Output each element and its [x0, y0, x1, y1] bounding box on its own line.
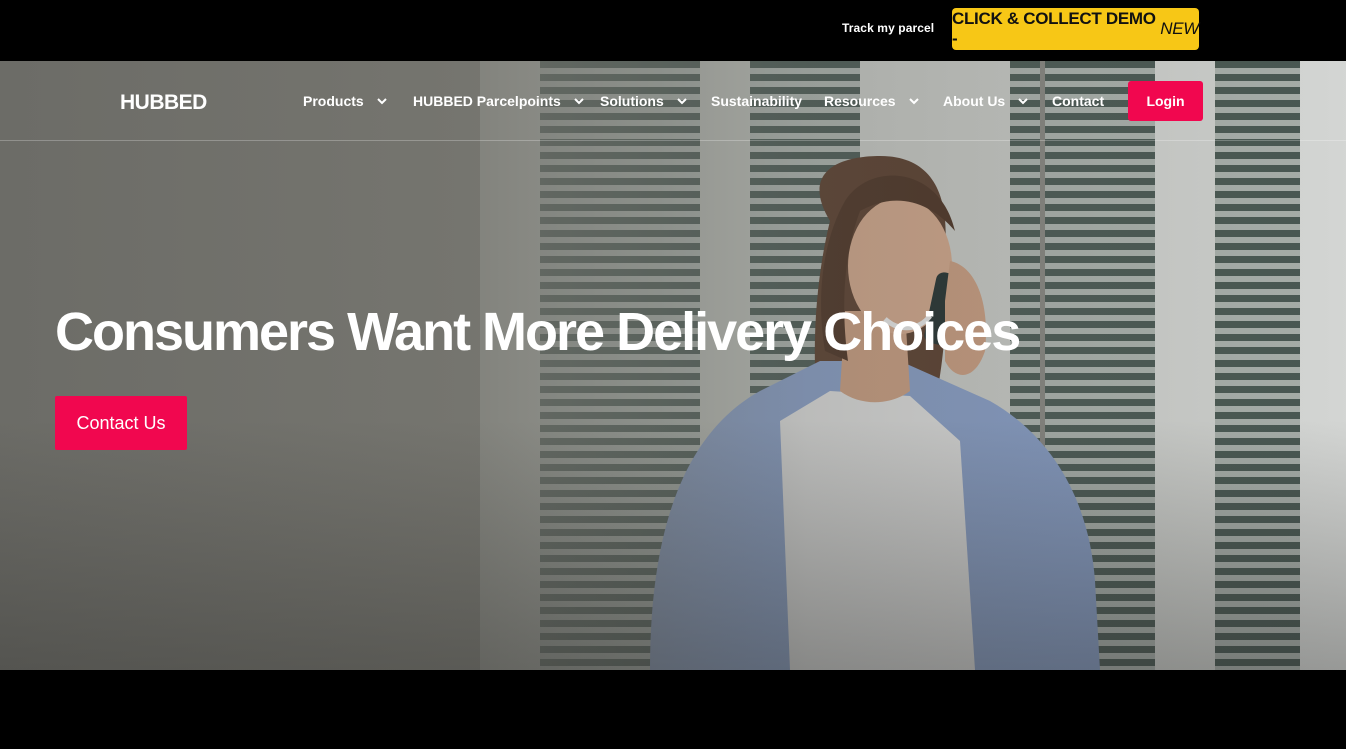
- nav-item-products[interactable]: Products: [303, 93, 388, 109]
- nav-item-contact[interactable]: Contact: [1052, 93, 1104, 109]
- chevron-down-icon: [1018, 98, 1028, 105]
- demo-new-badge: NEW: [1160, 19, 1199, 38]
- nav-item-label: Sustainability: [711, 93, 803, 109]
- hero-bottom-overlay: [0, 420, 1346, 670]
- chevron-down-icon: [376, 98, 387, 105]
- page-bottom-band: [0, 670, 1346, 749]
- main-navigation: HUBBED Products HUBBED Parcelpoints Solu…: [0, 61, 1346, 141]
- chevron-down-icon: [677, 98, 687, 105]
- hero-section: HUBBED Products HUBBED Parcelpoints Solu…: [0, 61, 1346, 670]
- chevron-down-icon: [908, 98, 919, 105]
- hero-headline: Consumers Want More Delivery Choices: [55, 302, 1021, 362]
- click-collect-demo-button[interactable]: CLICK & COLLECT DEMO - NEW: [952, 8, 1199, 50]
- contact-us-button[interactable]: Contact Us: [55, 396, 187, 450]
- nav-item-label: About Us: [943, 93, 1006, 109]
- hubbed-logo[interactable]: HUBBED: [120, 91, 207, 115]
- top-utility-bar: Track my parcel CLICK & COLLECT DEMO - N…: [0, 0, 1346, 61]
- nav-item-label: Solutions: [600, 93, 664, 109]
- nav-item-label: Contact: [1052, 93, 1105, 109]
- nav-item-about-us[interactable]: About Us: [943, 93, 1029, 109]
- login-button[interactable]: Login: [1128, 81, 1203, 121]
- nav-item-label: HUBBED Parcelpoints: [413, 93, 561, 109]
- demo-button-label: CLICK & COLLECT DEMO -: [952, 9, 1156, 48]
- chevron-down-icon: [574, 98, 584, 105]
- nav-item-hubbed-parcelpoints[interactable]: HUBBED Parcelpoints: [413, 93, 585, 109]
- track-parcel-link[interactable]: Track my parcel: [842, 21, 934, 35]
- nav-item-label: Products: [303, 93, 364, 109]
- nav-item-label: Resources: [824, 93, 896, 109]
- nav-item-solutions[interactable]: Solutions: [600, 93, 688, 109]
- nav-item-sustainability[interactable]: Sustainability: [711, 93, 802, 109]
- nav-item-resources[interactable]: Resources: [824, 93, 920, 109]
